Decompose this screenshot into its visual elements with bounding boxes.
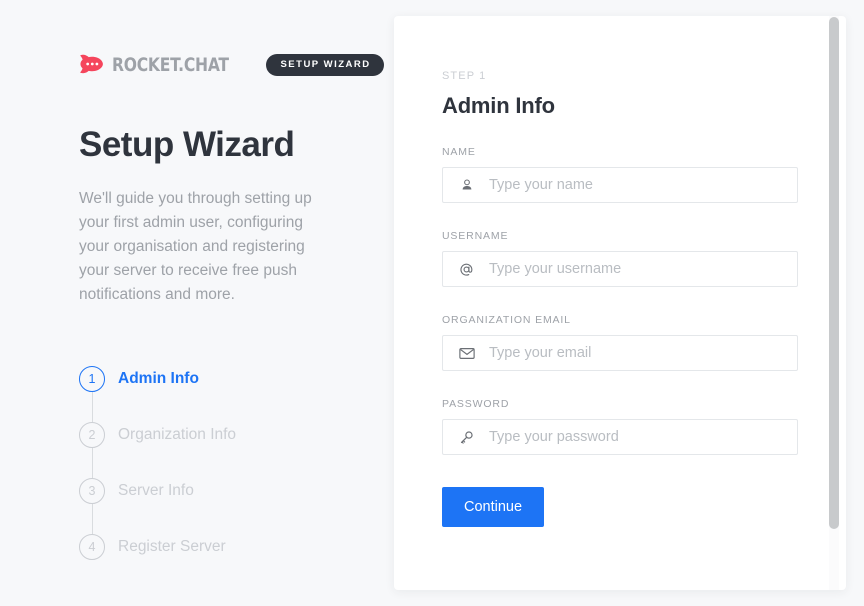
step-number-badge: 2 [79, 421, 105, 448]
step-label: Admin Info [118, 369, 199, 387]
field-label-password: PASSWORD [442, 398, 510, 410]
page-description: We'll guide you through setting up your … [79, 189, 312, 303]
page-title: Setup Wizard [79, 125, 295, 164]
name-input-wrapper[interactable] [442, 167, 798, 203]
setup-form-card: STEP 1 Admin Info NAME USERNAME [394, 16, 846, 590]
field-name: NAME [442, 146, 798, 203]
user-icon [458, 177, 475, 194]
setup-stepper: 1 Admin Info 2 Organization Info 3 Serve… [79, 351, 394, 575]
field-label-organization-email: ORGANIZATION EMAIL [442, 314, 571, 326]
form-step-eyebrow: STEP 1 [442, 70, 487, 82]
step-label: Server Info [118, 481, 194, 499]
sidebar-step-server-info[interactable]: 3 Server Info [79, 463, 394, 534]
rocketchat-logo: ROCKET.CHAT [79, 54, 254, 76]
form-title: Admin Info [442, 93, 555, 118]
brand-header: ROCKET.CHAT SETUP WIZARD [79, 52, 394, 78]
username-input[interactable] [489, 252, 797, 286]
step-number-badge: 1 [79, 365, 105, 392]
username-input-wrapper[interactable] [442, 251, 798, 287]
step-number-badge: 4 [79, 533, 105, 560]
field-label-name: NAME [442, 146, 476, 158]
sidebar-step-admin-info[interactable]: 1 Admin Info [79, 351, 394, 422]
field-label-username: USERNAME [442, 230, 509, 242]
field-organization-email: ORGANIZATION EMAIL [442, 314, 798, 371]
step-label: Register Server [118, 537, 226, 555]
organization-email-input-wrapper[interactable] [442, 335, 798, 371]
step-connector-line [92, 503, 93, 534]
rocketchat-logo-icon [79, 54, 105, 76]
name-input[interactable] [489, 168, 797, 202]
step-connector-line [92, 447, 93, 478]
intro-panel: ROCKET.CHAT SETUP WIZARD Setup Wizard We… [0, 0, 394, 606]
field-username: USERNAME [442, 230, 798, 287]
sidebar-step-register-server[interactable]: 4 Register Server [79, 519, 394, 575]
password-input[interactable] [489, 420, 797, 454]
setup-wizard-badge: SETUP WIZARD [266, 54, 384, 76]
continue-button[interactable]: Continue [442, 487, 545, 527]
step-connector-line [92, 391, 93, 422]
key-icon [458, 429, 475, 446]
step-number-badge: 3 [79, 477, 105, 504]
scrollbar-thumb[interactable] [829, 17, 839, 529]
at-sign-icon [458, 261, 475, 278]
envelope-icon [458, 345, 475, 362]
sidebar-step-organization-info[interactable]: 2 Organization Info [79, 407, 394, 478]
password-input-wrapper[interactable] [442, 419, 798, 455]
field-password: PASSWORD [442, 398, 798, 455]
rocketchat-wordmark: ROCKET.CHAT [112, 54, 229, 76]
step-label: Organization Info [118, 425, 237, 443]
organization-email-input[interactable] [489, 336, 797, 370]
